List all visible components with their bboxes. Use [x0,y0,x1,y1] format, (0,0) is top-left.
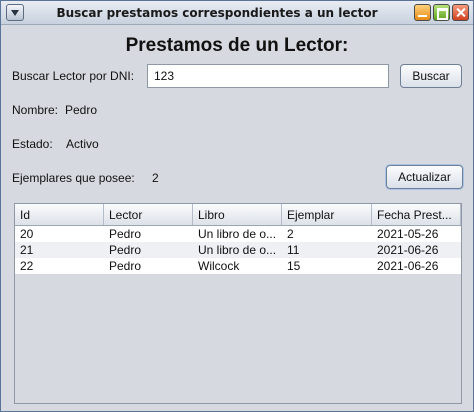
window-title: Buscar prestamos correspondientes a un l… [56,6,378,20]
cell-fecha: 2021-06-26 [377,259,439,273]
estado-value: Activo [66,137,99,151]
dni-search-label: Buscar Lector por DNI: [12,69,135,83]
dni-search-input[interactable]: 123 [147,64,389,88]
cell-lector: Pedro [109,243,142,257]
page-title: Prestamos de un Lector: [125,35,349,56]
app-window: Buscar prestamos correspondientes a un l… [0,0,474,412]
ejemplares-label: Ejemplares que posee: [12,171,135,185]
nombre-label: Nombre: [12,103,59,117]
column-header-lector[interactable]: Lector [104,204,193,225]
minimize-button[interactable] [414,4,431,21]
cell-id: 22 [20,259,34,273]
ejemplares-count: 2 [152,171,159,185]
cell-fecha: 2021-05-26 [377,227,439,241]
prestamos-table[interactable]: Id Lector Libro Ejemplar Fecha Prest... … [14,203,462,404]
title-bar[interactable]: Buscar prestamos correspondientes a un l… [1,1,473,25]
search-button[interactable]: Buscar [400,64,462,88]
cell-ejemplar: 15 [287,259,301,273]
cell-ejemplar: 11 [287,243,300,257]
cell-libro: Un libro de o... [198,227,277,241]
column-header-libro[interactable]: Libro [193,204,282,225]
cell-fecha: 2021-06-26 [377,243,439,257]
column-header-ejemplar[interactable]: Ejemplar [282,204,372,225]
table-row[interactable]: 22 Pedro Wilcock 15 2021-06-26 [15,258,461,274]
column-header-fecha-prestamo[interactable]: Fecha Prest... [372,204,461,225]
cell-lector: Pedro [109,259,142,273]
cell-lector: Pedro [109,227,142,241]
maximize-button[interactable] [433,4,450,21]
estado-label: Estado: [12,137,53,151]
table-header: Id Lector Libro Ejemplar Fecha Prest... [15,204,461,226]
actualizar-button[interactable]: Actualizar [386,165,463,189]
cell-libro: Wilcock [198,259,240,273]
close-button[interactable] [452,4,469,21]
cell-libro: Un libro de o... [198,243,277,257]
column-header-id[interactable]: Id [15,204,104,225]
nombre-value: Pedro [65,103,98,117]
table-row[interactable]: 20 Pedro Un libro de o... 2 2021-05-26 [15,226,461,242]
system-menu-icon[interactable] [6,4,24,21]
table-row[interactable]: 21 Pedro Un libro de o... 11 2021-06-26 [15,242,461,258]
cell-id: 21 [20,243,34,257]
cell-ejemplar: 2 [287,227,294,241]
cell-id: 20 [20,227,34,241]
